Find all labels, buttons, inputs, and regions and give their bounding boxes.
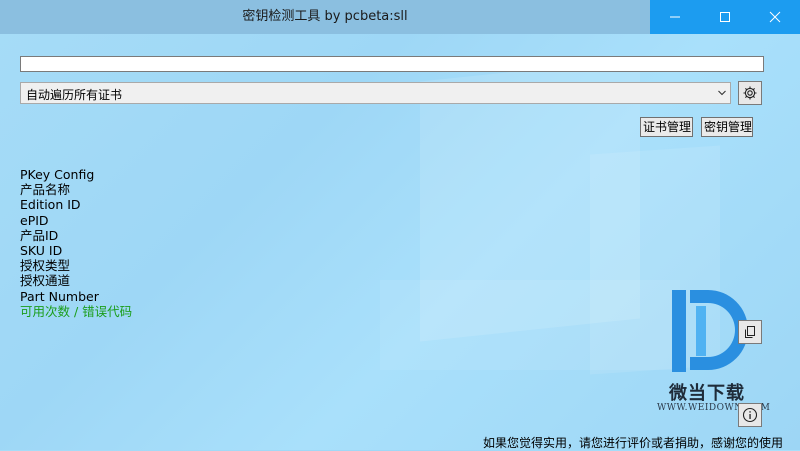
info-license-channel: 授权通道 xyxy=(20,273,71,289)
certificate-select[interactable]: 自动遍历所有证书 xyxy=(20,82,731,104)
certificate-manage-button[interactable]: 证书管理 xyxy=(640,117,693,137)
info-sku-id: SKU ID xyxy=(20,243,63,259)
close-button[interactable] xyxy=(750,0,800,34)
copy-button[interactable] xyxy=(738,320,762,344)
minimize-icon xyxy=(670,16,680,18)
info-license-type: 授权类型 xyxy=(20,258,71,274)
info-panel: PKey Config 产品名称 Edition ID ePID 产品ID SK… xyxy=(20,167,132,319)
window-title: 密钥检测工具 by pcbeta:sll xyxy=(242,9,408,24)
info-epid: ePID xyxy=(20,212,49,228)
chevron-down-icon xyxy=(718,90,726,96)
info-pkey-config: PKey Config xyxy=(20,167,95,182)
info-icon xyxy=(742,407,758,423)
key-manage-button[interactable]: 密钥管理 xyxy=(701,117,753,137)
minimize-button[interactable] xyxy=(650,0,700,34)
footer-message: 如果您觉得实用，请您进行评价或者捐助，感谢您的使用 xyxy=(482,436,783,450)
background-glow xyxy=(380,280,680,370)
watermark-text: 微当下载 xyxy=(669,383,745,404)
info-product-id: 产品ID xyxy=(20,227,59,243)
about-button[interactable] xyxy=(738,403,762,427)
title-bar: 密钥检测工具 by pcbeta:sll xyxy=(0,0,800,34)
info-edition-id: Edition ID xyxy=(20,197,81,213)
maximize-icon xyxy=(720,12,730,22)
info-part-number: Part Number xyxy=(20,288,99,304)
settings-button[interactable] xyxy=(738,81,762,105)
info-product-name: 产品名称 xyxy=(20,182,71,198)
info-activation-count: 可用次数 / 错误代码 xyxy=(20,303,133,319)
maximize-button[interactable] xyxy=(700,0,750,34)
certificate-select-value: 自动遍历所有证书 xyxy=(26,88,123,102)
window-controls xyxy=(650,0,800,34)
key-input[interactable] xyxy=(20,56,764,72)
close-icon xyxy=(769,11,781,23)
copy-icon xyxy=(745,326,755,338)
gear-icon xyxy=(743,86,757,100)
